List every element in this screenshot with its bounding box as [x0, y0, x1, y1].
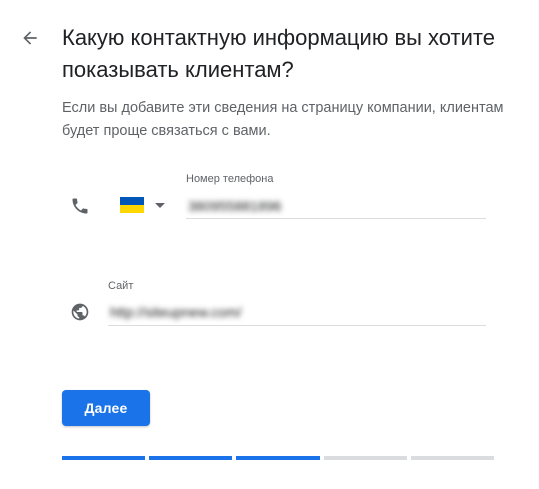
- caret-down-icon: [155, 202, 165, 208]
- website-field-label: Сайт: [108, 280, 134, 292]
- globe-icon: [68, 300, 92, 324]
- country-code-select[interactable]: [120, 192, 172, 218]
- page-title: Какую контактную информацию вы хотите по…: [62, 25, 495, 82]
- progress-bar: [62, 456, 495, 460]
- arrow-left-icon: [20, 28, 40, 53]
- website-field-underline: [108, 325, 486, 326]
- progress-segment: [236, 456, 320, 460]
- phone-icon: [68, 194, 92, 218]
- progress-segment: [62, 456, 146, 460]
- progress-segment: [410, 456, 495, 460]
- phone-field-label: Номер телефона: [186, 173, 274, 185]
- ukraine-flag-icon: [120, 197, 144, 213]
- phone-field-underline: [186, 218, 486, 219]
- phone-input[interactable]: [188, 196, 478, 216]
- progress-segment: [323, 456, 407, 460]
- progress-segment: [149, 456, 233, 460]
- website-input[interactable]: [110, 302, 480, 322]
- page-subtitle: Если вы добавите эти сведения на страниц…: [62, 100, 504, 139]
- back-button[interactable]: [16, 26, 44, 54]
- next-button[interactable]: Далее: [62, 390, 150, 426]
